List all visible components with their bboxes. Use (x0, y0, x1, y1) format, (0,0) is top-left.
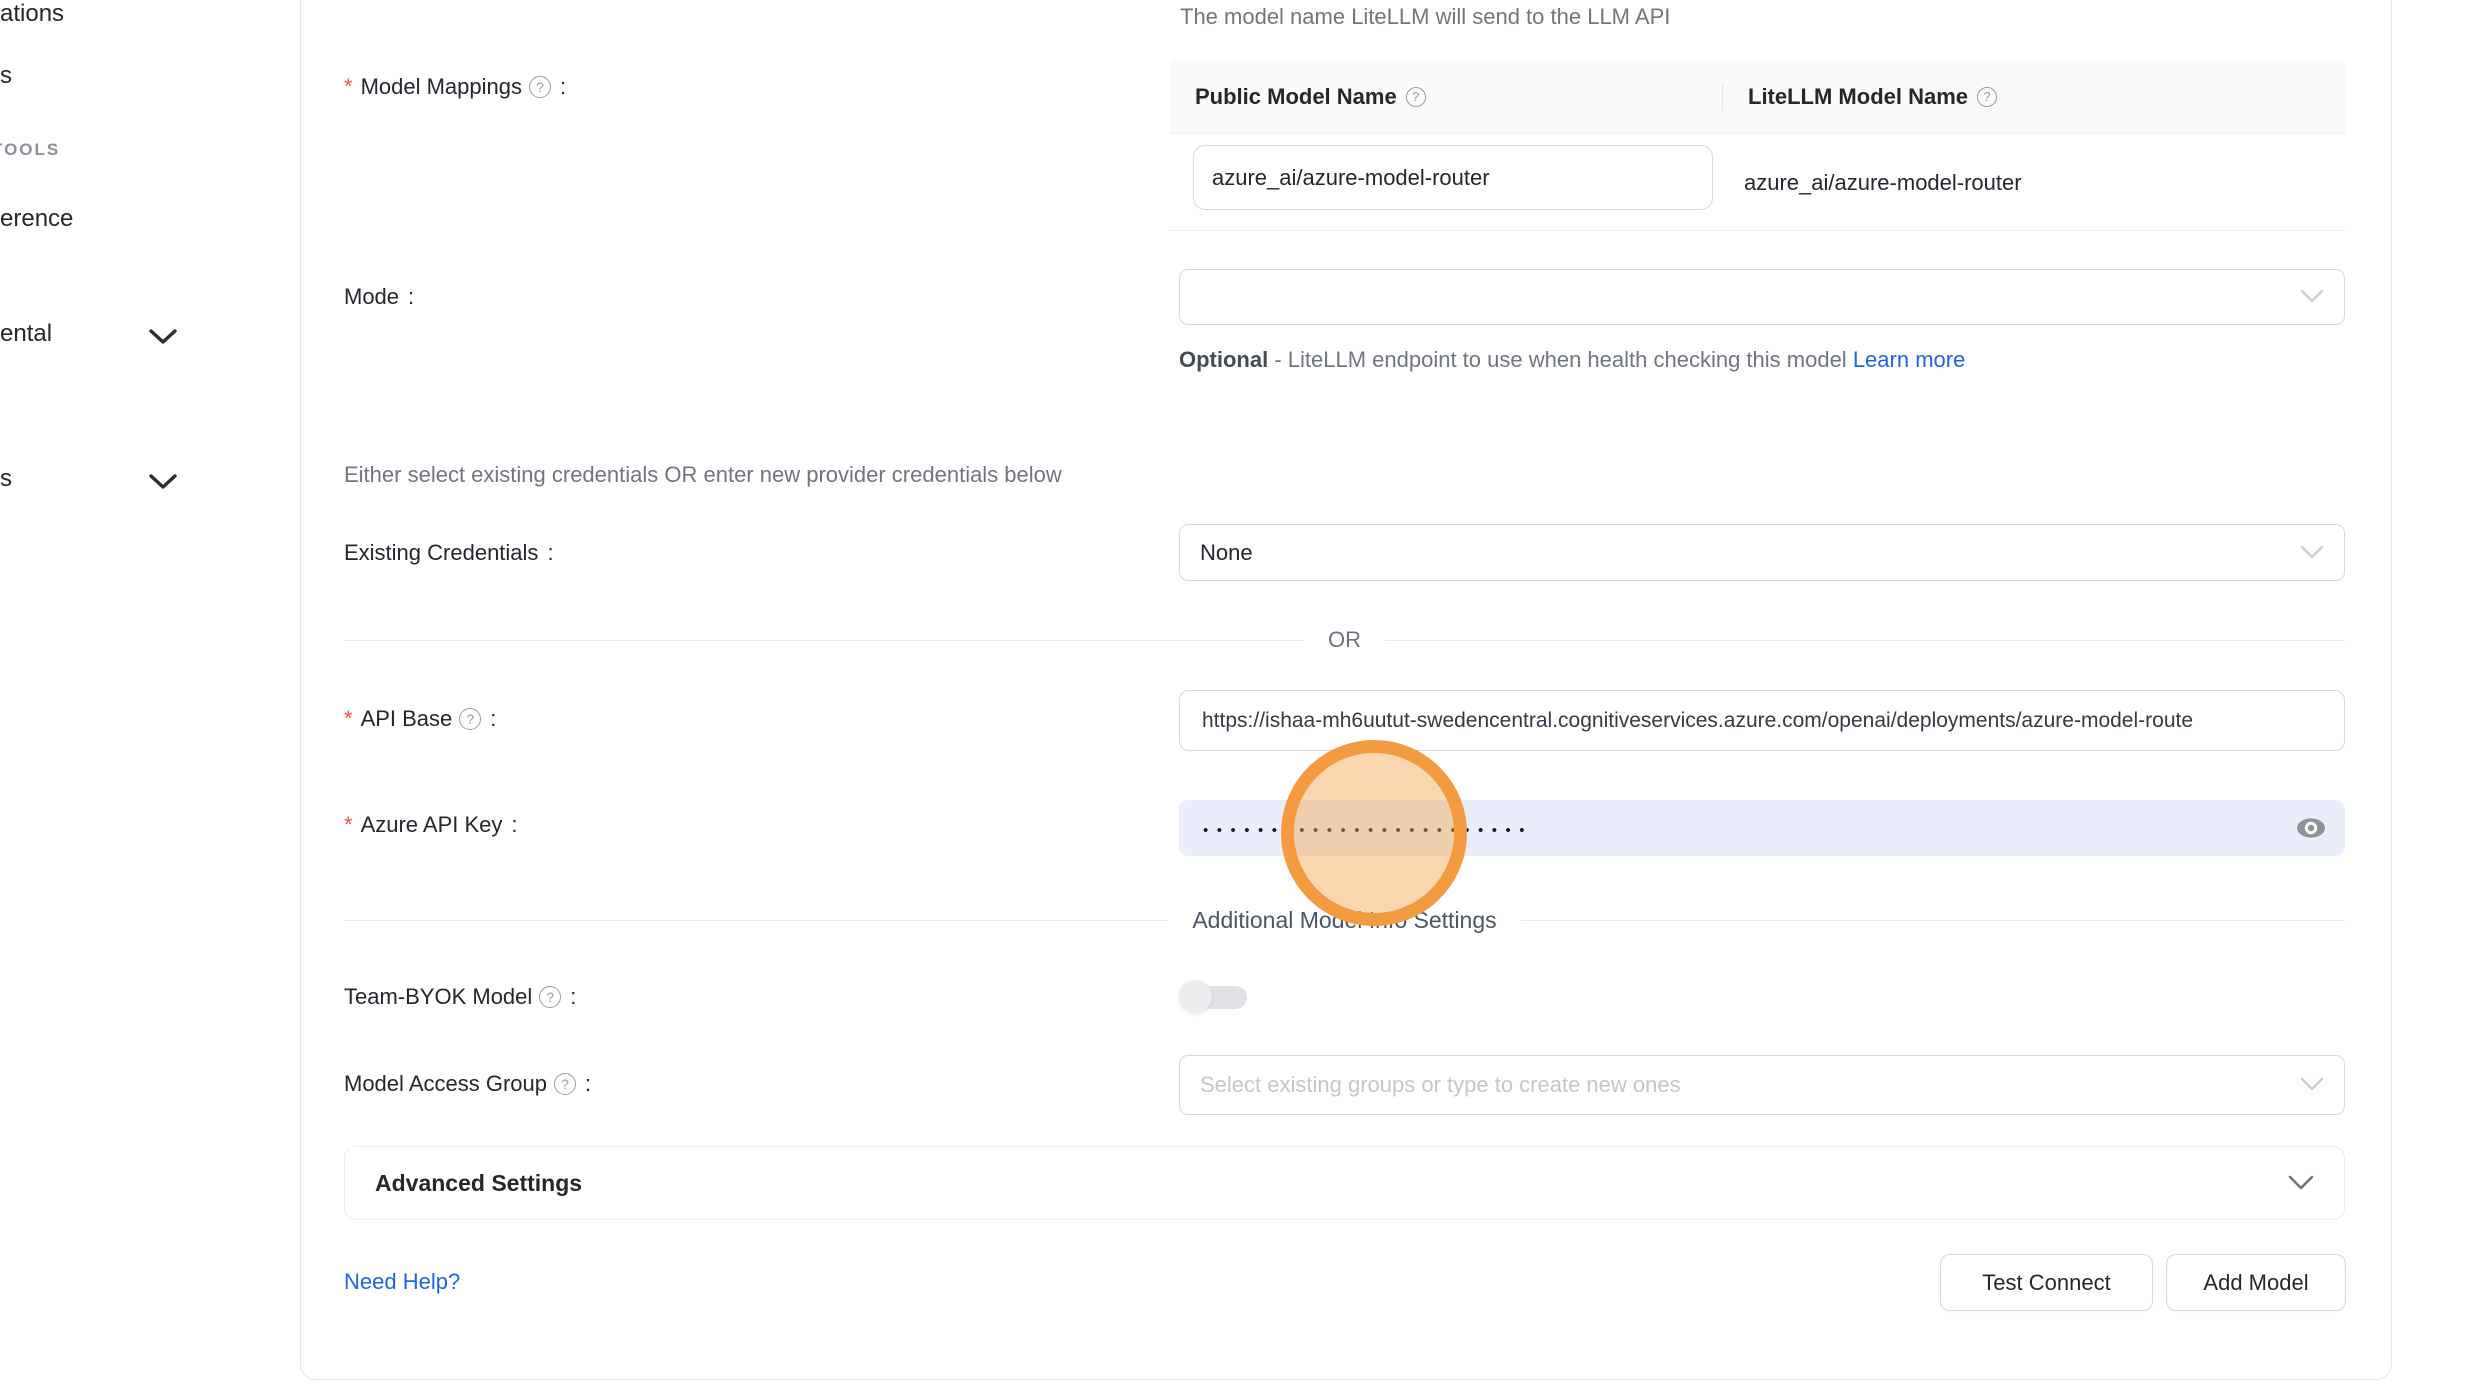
model-access-group-select[interactable]: Select existing groups or type to create… (1179, 1055, 2345, 1115)
api-base-label: * API Base ? : (344, 706, 496, 732)
model-access-group-label-text: Model Access Group (344, 1071, 547, 1097)
header-text: LiteLLM Model Name (1748, 84, 1968, 110)
chevron-down-icon[interactable] (148, 328, 178, 351)
help-icon[interactable]: ? (459, 708, 481, 730)
team-byok-label-text: Team-BYOK Model (344, 984, 532, 1010)
help-icon[interactable]: ? (1406, 87, 1426, 107)
colon: : (570, 984, 576, 1010)
additional-settings-divider: Additional Model Info Settings (344, 907, 2345, 934)
credentials-note: Either select existing credentials OR en… (344, 462, 1062, 488)
learn-more-link[interactable]: Learn more (1853, 347, 1966, 372)
helper-body: - LiteLLM endpoint to use when health ch… (1268, 347, 1853, 372)
model-access-group-placeholder: Select existing groups or type to create… (1200, 1072, 1681, 1098)
sidebar: ations s TOOLS erence ental s (0, 0, 300, 1385)
chevron-down-icon (2288, 1175, 2314, 1191)
chevron-down-icon (2300, 1072, 2324, 1098)
model-mappings-label-text: Model Mappings (361, 74, 522, 100)
azure-api-key-input[interactable]: •••••••••••••••••••••••• (1179, 800, 2345, 856)
divider-line (1521, 920, 2345, 921)
divider-line (344, 640, 1304, 641)
api-base-label-text: API Base (361, 706, 453, 732)
public-model-name-header: Public Model Name ? (1169, 84, 1722, 110)
azure-api-key-label: * Azure API Key : (344, 812, 518, 838)
colon: : (585, 1071, 591, 1097)
azure-api-key-label-text: Azure API Key (361, 812, 503, 838)
masked-api-key-value: •••••••••••••••••••••••• (1203, 819, 1533, 838)
existing-credentials-select[interactable]: None (1179, 524, 2345, 581)
advanced-settings-panel[interactable]: Advanced Settings (344, 1146, 2345, 1220)
sidebar-section-tools: TOOLS (0, 140, 60, 160)
team-byok-toggle[interactable] (1179, 980, 1251, 1014)
sidebar-item-s2[interactable]: s (0, 465, 12, 493)
toggle-knob (1179, 980, 1212, 1013)
sidebar-item-ental[interactable]: ental (0, 320, 52, 348)
model-name-helper-text: The model name LiteLLM will send to the … (1180, 4, 1670, 30)
table-header-row: Public Model Name ? LiteLLM Model Name ? (1169, 60, 2347, 134)
optional-tag: Optional (1179, 347, 1268, 372)
required-asterisk: * (344, 812, 353, 838)
existing-credentials-label: Existing Credentials : (344, 540, 554, 566)
sidebar-item-ations[interactable]: ations (0, 0, 64, 28)
add-model-button[interactable]: Add Model (2166, 1254, 2346, 1311)
mode-label-text: Mode (344, 284, 399, 310)
or-divider-text: OR (1328, 627, 1361, 653)
colon: : (490, 706, 496, 732)
need-help-link[interactable]: Need Help? (344, 1269, 460, 1295)
colon: : (511, 812, 517, 838)
colon: : (547, 540, 553, 566)
advanced-settings-title: Advanced Settings (375, 1170, 2288, 1197)
required-asterisk: * (344, 74, 353, 100)
chevron-down-icon (2300, 284, 2324, 310)
existing-credentials-value: None (1200, 540, 1253, 566)
existing-credentials-label-text: Existing Credentials (344, 540, 538, 566)
help-icon[interactable]: ? (1977, 87, 1997, 107)
mode-helper-text: Optional - LiteLLM endpoint to use when … (1179, 340, 1989, 380)
add-model-page: ations s TOOLS erence ental s The model … (0, 0, 2477, 1385)
help-icon[interactable]: ? (529, 76, 551, 98)
mode-select[interactable] (1179, 269, 2345, 325)
required-asterisk: * (344, 706, 353, 732)
api-base-input[interactable] (1179, 690, 2345, 751)
chevron-down-icon[interactable] (148, 473, 178, 496)
help-icon[interactable]: ? (554, 1073, 576, 1095)
model-mappings-table: Public Model Name ? LiteLLM Model Name ?… (1169, 60, 2347, 231)
header-text: Public Model Name (1195, 84, 1397, 110)
public-model-name-input[interactable] (1193, 145, 1713, 210)
test-connect-button[interactable]: Test Connect (1940, 1254, 2153, 1311)
litellm-model-name-value: azure_ai/azure-model-router (1744, 134, 2022, 231)
team-byok-label: Team-BYOK Model ? : (344, 984, 576, 1010)
sidebar-item-s[interactable]: s (0, 62, 12, 90)
divider-line (1385, 640, 2345, 641)
colon: : (408, 284, 414, 310)
help-icon[interactable]: ? (539, 986, 561, 1008)
model-access-group-label: Model Access Group ? : (344, 1071, 591, 1097)
toggle-visibility-eye-icon[interactable] (2295, 816, 2327, 840)
header-separator (1722, 83, 1723, 111)
model-mappings-label: * Model Mappings ? : (344, 74, 566, 100)
chevron-down-icon (2300, 540, 2324, 566)
colon: : (560, 74, 566, 100)
mode-label: Mode : (344, 284, 414, 310)
or-divider: OR (344, 627, 2345, 653)
sidebar-item-erence[interactable]: erence (0, 205, 73, 233)
divider-line (344, 920, 1168, 921)
table-row: azure_ai/azure-model-router (1169, 134, 2347, 231)
additional-settings-divider-text: Additional Model Info Settings (1192, 907, 1496, 934)
litellm-model-name-header: LiteLLM Model Name ? (1722, 84, 1997, 110)
